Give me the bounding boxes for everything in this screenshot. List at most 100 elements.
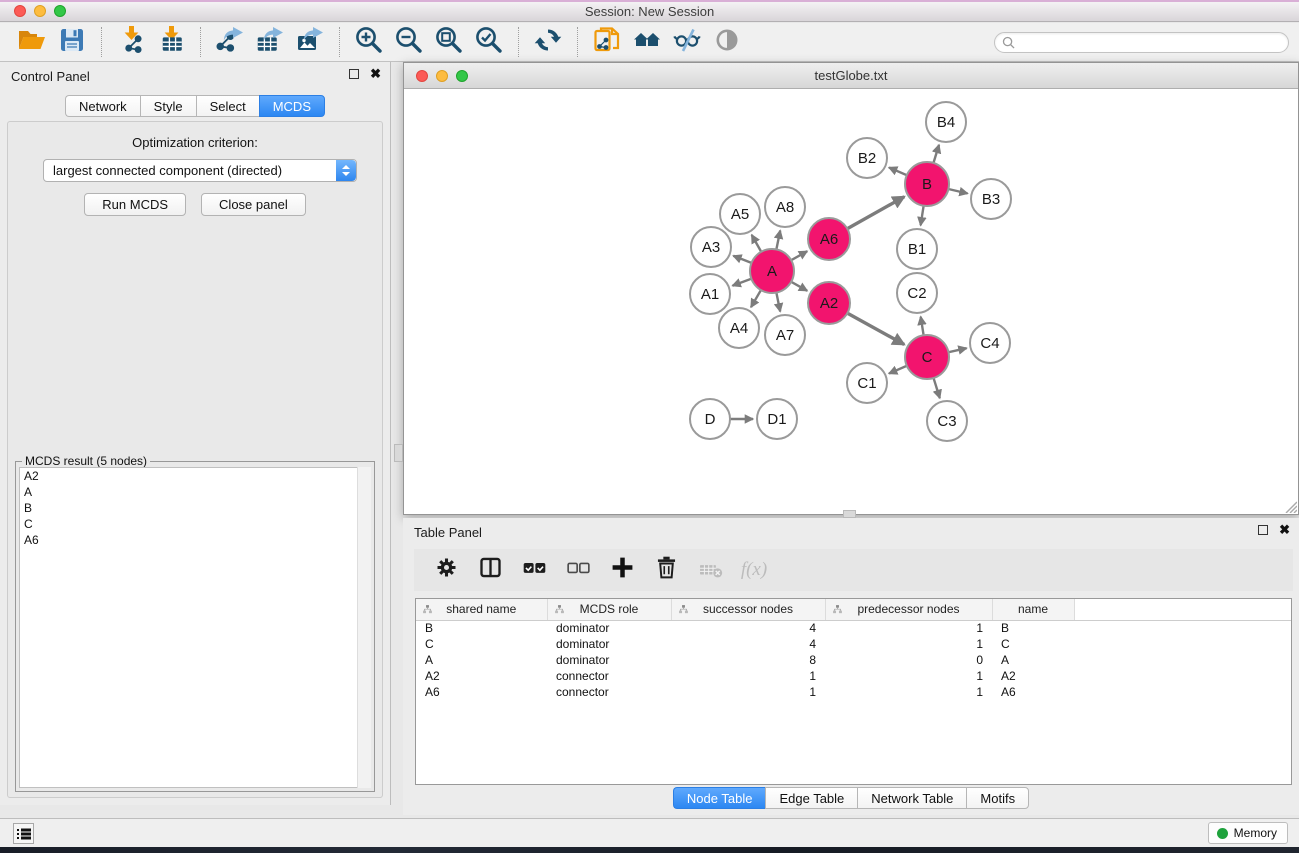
mcds-result-list[interactable]: A2ABCA6 [19,467,371,788]
table-row[interactable]: Cdominator41C [416,636,1292,652]
graph-node-B[interactable]: B [905,162,949,206]
graph-node-C2[interactable]: C2 [897,273,937,313]
graph-node-B2[interactable]: B2 [847,138,887,178]
graph-node-D[interactable]: D [690,399,730,439]
duplicate-network-button[interactable] [587,25,627,59]
network-minimize-button[interactable] [436,70,448,82]
open-file-icon [17,25,47,60]
home-button[interactable] [627,25,667,59]
import-network-button[interactable] [111,25,151,59]
table-row[interactable]: A6connector11A6 [416,684,1292,700]
graph-node-A8[interactable]: A8 [765,187,805,227]
graph-node-B3[interactable]: B3 [971,179,1011,219]
tab-select[interactable]: Select [196,95,259,117]
network-canvas[interactable]: B4 B2 B B3 A5A8A6 A3 B1 A C2 A1 A2 A4A7 C4 C C1 C3 D D1 [404,90,1298,514]
graph-node-A[interactable]: A [750,249,794,293]
export-image-button[interactable] [290,25,330,59]
refresh-button[interactable] [528,25,568,59]
float-panel-icon[interactable] [349,69,359,79]
show-graphics-details-button[interactable] [707,25,747,59]
tab-mcds[interactable]: MCDS [259,95,325,117]
minimize-window-button[interactable] [34,5,46,17]
delete-table-button[interactable] [692,553,728,587]
task-history-button[interactable] [13,823,34,844]
tab-node-table[interactable]: Node Table [673,787,766,809]
graph-node-A2[interactable]: A2 [808,282,850,324]
result-list-item[interactable]: A2 [20,468,370,484]
zoom-selected-button[interactable] [469,25,509,59]
column-header-MCDS-role[interactable]: MCDS role [547,599,671,620]
table-row[interactable]: Adominator80A [416,652,1292,668]
delete-table-icon [697,554,724,586]
network-zoom-button[interactable] [456,70,468,82]
horizontal-splitter-handle[interactable] [843,510,856,518]
column-header-shared-name[interactable]: shared name [416,599,547,620]
result-list-item[interactable]: C [20,516,370,532]
function-builder-button[interactable]: f(x) [736,553,772,587]
graph-node-A6[interactable]: A6 [808,218,850,260]
select-all-button[interactable] [516,553,552,587]
resize-grip-icon[interactable] [1283,499,1297,513]
svg-text:A2: A2 [820,295,838,312]
graph-node-A7[interactable]: A7 [765,315,805,355]
table-row[interactable]: Bdominator41B [416,620,1292,636]
graph-node-C[interactable]: C [905,335,949,379]
export-table-button[interactable] [250,25,290,59]
graph-node-C3[interactable]: C3 [927,401,967,441]
float-table-panel-icon[interactable] [1258,525,1268,535]
run-mcds-button[interactable]: Run MCDS [84,193,186,216]
settings-button[interactable] [428,553,464,587]
column-header-predecessor-nodes[interactable]: predecessor nodes [825,599,992,620]
delete-column-button[interactable] [648,553,684,587]
criterion-dropdown[interactable]: largest connected component (directed) [43,159,357,182]
tab-edge-table[interactable]: Edge Table [765,787,857,809]
svg-text:A: A [767,263,777,280]
graph-node-A4[interactable]: A4 [719,308,759,348]
vertical-splitter-handle[interactable] [394,444,403,462]
close-window-button[interactable] [14,5,26,17]
network-close-button[interactable] [416,70,428,82]
search-field[interactable] [994,32,1289,53]
graph-node-C1[interactable]: C1 [847,363,887,403]
close-table-panel-icon[interactable]: ✖ [1279,525,1290,535]
save-session-icon [57,25,87,60]
tab-motifs[interactable]: Motifs [966,787,1029,809]
unselect-all-button[interactable] [560,553,596,587]
memory-button[interactable]: Memory [1208,822,1288,844]
zoom-out-button[interactable] [389,25,429,59]
graph-node-B1[interactable]: B1 [897,229,937,269]
search-input[interactable] [1019,36,1288,50]
graph-node-C4[interactable]: C4 [970,323,1010,363]
column-type-icon [678,604,689,615]
hide-graphics-details-button[interactable] [667,25,707,59]
import-table-button[interactable] [151,25,191,59]
tab-network[interactable]: Network [65,95,140,117]
close-panel-icon[interactable]: ✖ [370,69,381,79]
column-type-icon [422,604,433,615]
graph-node-A3[interactable]: A3 [691,227,731,267]
result-list-item[interactable]: A [20,484,370,500]
close-panel-button[interactable]: Close panel [201,193,306,216]
column-header-name[interactable]: name [992,599,1074,620]
zoom-fit-button[interactable] [429,25,469,59]
result-scrollbar[interactable] [357,467,371,788]
tab-network-table[interactable]: Network Table [857,787,966,809]
open-file-button[interactable] [12,25,52,59]
save-session-button[interactable] [52,25,92,59]
graph-node-A1[interactable]: A1 [690,274,730,314]
export-network-button[interactable] [210,25,250,59]
zoom-in-button[interactable] [349,25,389,59]
split-columns-button[interactable] [472,553,508,587]
graph-node-D1[interactable]: D1 [757,399,797,439]
result-list-item[interactable]: A6 [20,532,370,548]
result-list-item[interactable]: B [20,500,370,516]
column-header-successor-nodes[interactable]: successor nodes [671,599,825,620]
tab-style[interactable]: Style [140,95,196,117]
desktop-background [0,847,1299,853]
graph-node-A5[interactable]: A5 [720,194,760,234]
graph-node-B4[interactable]: B4 [926,102,966,142]
zoom-window-button[interactable] [54,5,66,17]
toolbar-separator [518,27,519,57]
table-row[interactable]: A2connector11A2 [416,668,1292,684]
add-column-button[interactable] [604,553,640,587]
